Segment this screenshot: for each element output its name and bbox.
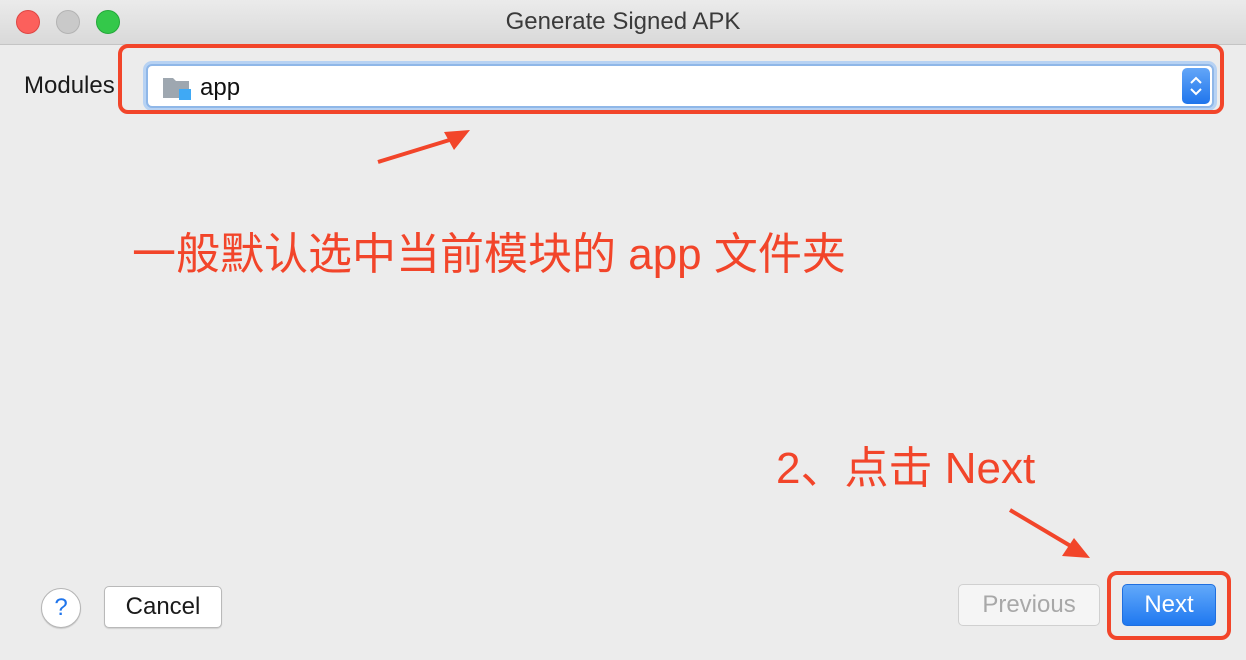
module-annotation-text: 一般默认选中当前模块的 app 文件夹 (132, 230, 846, 279)
arrow-to-next-icon (1008, 508, 1090, 558)
generate-signed-apk-dialog: Generate Signed APK Modules app 一般默认选中当前… (0, 0, 1246, 660)
title-bar: Generate Signed APK (0, 0, 1246, 45)
module-label: Modules (24, 72, 115, 99)
help-button[interactable]: ? (41, 588, 81, 628)
arrow-to-module-icon (377, 130, 470, 164)
next-highlight-box (1107, 571, 1231, 640)
cancel-button[interactable]: Cancel (104, 586, 222, 628)
next-step-annotation-text: 2、点击 Next (776, 444, 1036, 493)
window-title: Generate Signed APK (505, 8, 741, 35)
previous-button[interactable]: Previous (958, 584, 1100, 626)
module-highlight-box (118, 44, 1224, 114)
